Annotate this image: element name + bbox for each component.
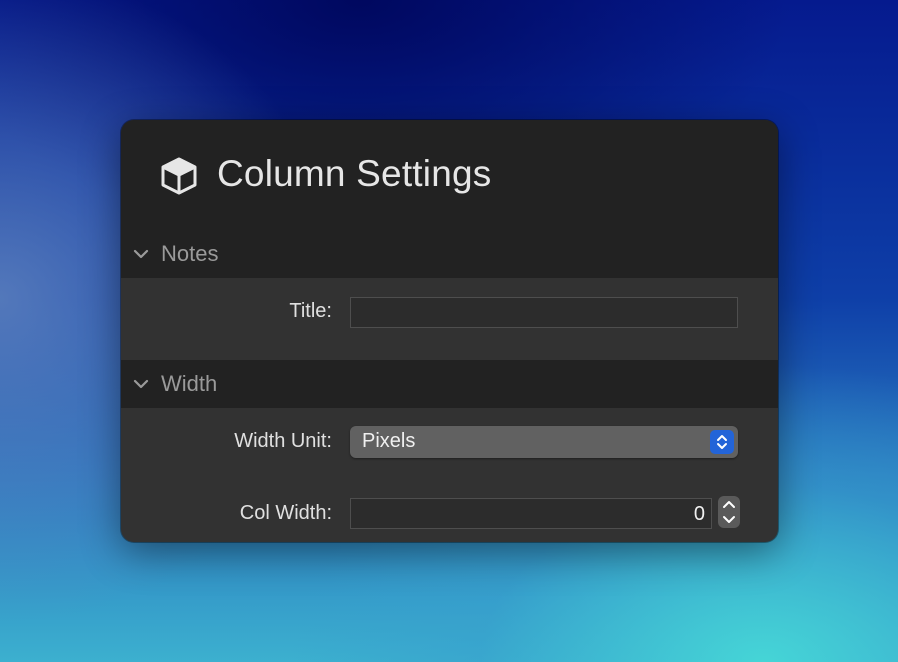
panel-title: Column Settings [217, 153, 492, 194]
stepper-down-icon[interactable] [718, 512, 740, 528]
col-width-label: Col Width: [239, 502, 332, 524]
chevron-down-icon[interactable] [133, 246, 149, 262]
width-unit-label: Width Unit: [234, 430, 332, 452]
col-width-stepper[interactable] [718, 496, 740, 528]
title-field[interactable] [350, 297, 738, 328]
width-unit-popup[interactable]: Pixels [350, 426, 738, 458]
section-label-width: Width [161, 371, 218, 396]
panel-header: Column Settings [121, 120, 778, 230]
column-settings-panel: Column Settings Notes Title: Width Width… [121, 120, 778, 542]
section-header-notes[interactable]: Notes [121, 230, 778, 278]
section-header-width[interactable]: Width [121, 360, 778, 408]
col-width-field[interactable]: 0 [350, 498, 712, 529]
cube-icon [161, 157, 197, 195]
title-label: Title: [289, 300, 332, 322]
width-unit-value: Pixels [362, 430, 416, 452]
chevron-up-down-icon [710, 430, 734, 454]
col-width-value: 0 [693, 503, 705, 525]
stepper-up-icon[interactable] [718, 496, 740, 512]
section-label-notes: Notes [161, 241, 219, 266]
chevron-down-icon[interactable] [133, 376, 149, 392]
